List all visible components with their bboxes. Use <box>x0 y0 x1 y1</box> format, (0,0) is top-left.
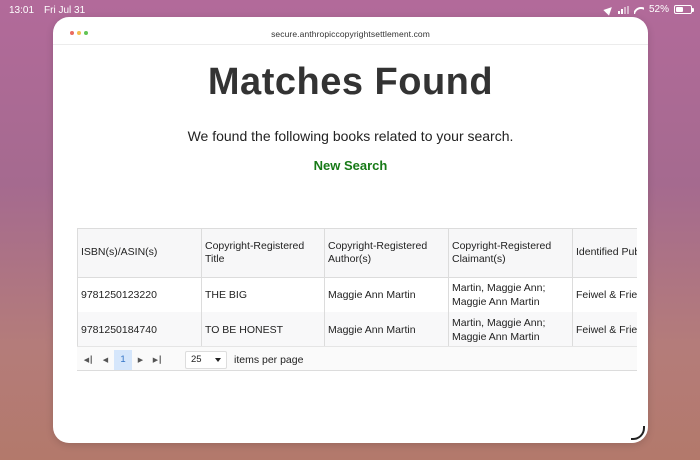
column-header-publisher[interactable]: Identified Publisher(s) <box>572 229 637 278</box>
address-bar[interactable]: secure.anthropiccopyrightsettlement.com <box>53 17 648 45</box>
cell-author: Maggie Ann Martin <box>324 312 449 347</box>
browser-window: secure.anthropiccopyrightsettlement.com … <box>53 17 648 443</box>
battery-icon <box>674 5 694 14</box>
page-number-button[interactable]: 1 <box>114 349 132 370</box>
cell-claimant: Martin, Maggie Ann; Maggie Ann Martin <box>448 312 573 347</box>
column-header-claimant[interactable]: Copyright-Registered Claimant(s) <box>448 229 573 278</box>
cell-publisher: Feiwel & Friends <box>572 312 637 347</box>
cellular-signal-icon <box>617 5 629 14</box>
page-size-select[interactable]: 25 <box>185 350 227 369</box>
status-date: Fri Jul 31 <box>44 5 86 16</box>
battery-level <box>676 7 684 12</box>
page-subtitle: We found the following books related to … <box>187 128 514 144</box>
table-row[interactable]: 9781250184740 TO BE HONEST Maggie Ann Ma… <box>77 312 637 347</box>
page-size-value: 25 <box>191 354 202 365</box>
battery-percent: 52% <box>648 4 669 15</box>
table-row[interactable]: 9781250123220 THE BIG Maggie Ann Martin … <box>77 277 637 312</box>
first-page-icon[interactable]: ◀┃ <box>80 350 97 370</box>
column-header-title[interactable]: Copyright-Registered Title <box>201 229 325 278</box>
cell-title: TO BE HONEST <box>201 312 325 347</box>
cell-isbn: 9781250184740 <box>77 312 202 347</box>
next-page-icon[interactable]: ▶ <box>132 350 149 370</box>
cell-publisher: Feiwel & Friends <box>572 277 637 312</box>
cell-author: Maggie Ann Martin <box>324 277 449 312</box>
cell-title: THE BIG <box>201 277 325 312</box>
pagination-bar: ◀┃ ◀ 1 ▶ ▶┃ 25 items per page <box>77 346 637 370</box>
column-header-isbn[interactable]: ISBN(s)/ASIN(s) <box>77 229 202 278</box>
url-text[interactable]: secure.anthropiccopyrightsettlement.com <box>53 29 648 39</box>
items-per-page-label: items per page <box>234 353 304 366</box>
wifi-icon <box>634 6 644 14</box>
resize-corner-icon[interactable] <box>631 426 645 440</box>
new-search-link[interactable]: New Search <box>53 158 648 173</box>
prev-page-icon[interactable]: ◀ <box>97 350 114 370</box>
chevron-down-icon <box>215 357 221 362</box>
status-time: 13:01 <box>9 5 35 16</box>
cell-isbn: 9781250123220 <box>77 277 202 312</box>
column-header-author[interactable]: Copyright-Registered Author(s) <box>324 229 449 278</box>
last-page-icon[interactable]: ▶┃ <box>149 350 166 370</box>
page-title: Matches Found <box>207 61 494 103</box>
location-icon <box>603 3 615 16</box>
results-table: ISBN(s)/ASIN(s) Copyright-Registered Tit… <box>77 228 637 371</box>
table-header-row: ISBN(s)/ASIN(s) Copyright-Registered Tit… <box>77 229 637 278</box>
cell-claimant: Martin, Maggie Ann; Maggie Ann Martin <box>448 277 573 312</box>
